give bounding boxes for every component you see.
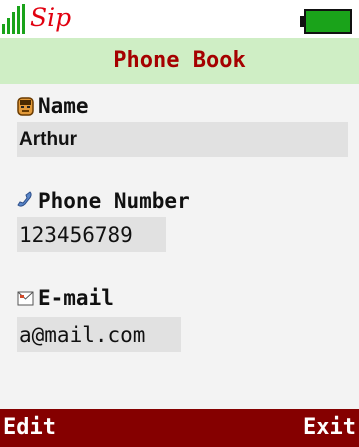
phone-label: Phone Number [38, 189, 190, 213]
phone-handset-icon [17, 191, 32, 207]
signal-bars-icon [2, 4, 25, 34]
status-bar: Sip [0, 0, 359, 38]
sip-logo: Sip [30, 3, 72, 32]
name-value: Arthur [19, 128, 78, 150]
name-label-row: Name [17, 91, 89, 121]
phone-label-row: Phone Number [17, 186, 190, 216]
contact-face-icon [17, 97, 34, 116]
phone-field[interactable]: 123456789 [17, 217, 166, 252]
email-label: E-mail [38, 286, 114, 310]
softkey-bar: Edit Exit [0, 409, 359, 447]
name-field[interactable]: Arthur [17, 122, 348, 157]
exit-softkey[interactable]: Exit [303, 409, 356, 447]
contact-details: Name Arthur Phone Number 123456789 E-mai… [0, 84, 359, 409]
page-title: Phone Book [113, 48, 246, 73]
email-field[interactable]: a@mail.com [17, 317, 181, 352]
edit-softkey[interactable]: Edit [3, 409, 56, 447]
email-value: a@mail.com [19, 322, 146, 347]
name-label: Name [38, 94, 89, 118]
phone-value: 123456789 [19, 222, 133, 247]
title-bar: Phone Book [0, 38, 359, 84]
mail-icon [17, 291, 34, 306]
email-label-row: E-mail [17, 283, 114, 313]
battery-icon [300, 9, 352, 34]
